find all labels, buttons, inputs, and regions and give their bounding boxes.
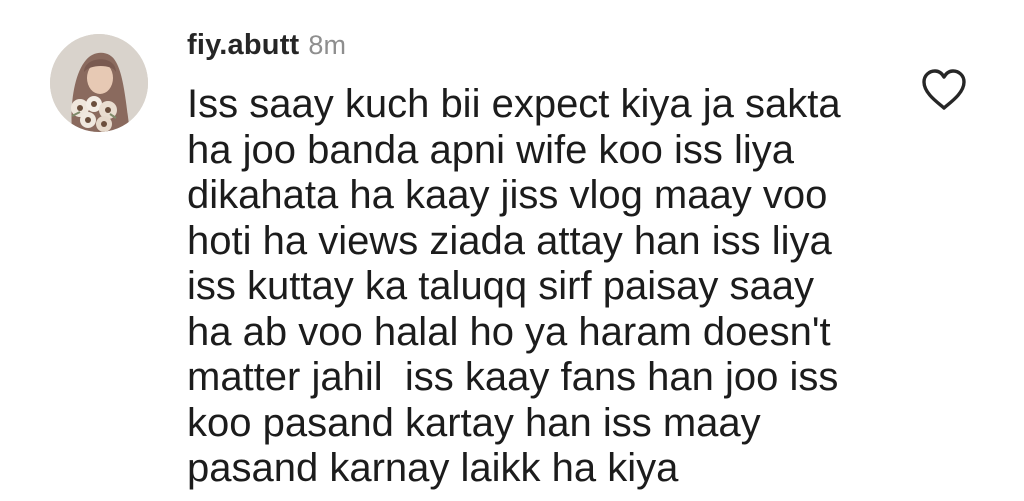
like-button[interactable] (920, 68, 968, 112)
comment-header: fiy.abutt 8m (187, 29, 346, 65)
avatar[interactable] (50, 34, 148, 132)
comment-line: dikahata ha kaay jiss vlog maay voo (187, 173, 828, 217)
comment-line: matter jahil iss kaay fans han joo iss (187, 355, 839, 399)
heart-outline-icon (922, 69, 966, 110)
comment-line: Iss saay kuch bii expect kiya ja sakta (187, 82, 841, 126)
comment-text: Iss saay kuch bii expect kiya ja sakta h… (187, 82, 877, 492)
profile-picture-icon (50, 34, 148, 132)
comment-line: iss kuttay ka taluqq sirf paisay saay (187, 264, 814, 308)
comment-line: ha ab voo halal ho ya haram doesn't (187, 309, 831, 354)
comment-timestamp: 8m (308, 30, 346, 60)
comment-line: pasand karnay laikk ha kiya (187, 446, 679, 490)
comment-line: ha joo banda apni wife koo iss liya (187, 127, 795, 172)
comment-item: fiy.abutt 8m Iss saay kuch bii expect ki… (0, 0, 1024, 501)
username-link[interactable]: fiy.abutt (187, 29, 299, 62)
comment-line: hoti ha views ziada attay han iss liya (187, 218, 832, 263)
comment-line: koo pasand kartay han iss maay (187, 400, 761, 445)
